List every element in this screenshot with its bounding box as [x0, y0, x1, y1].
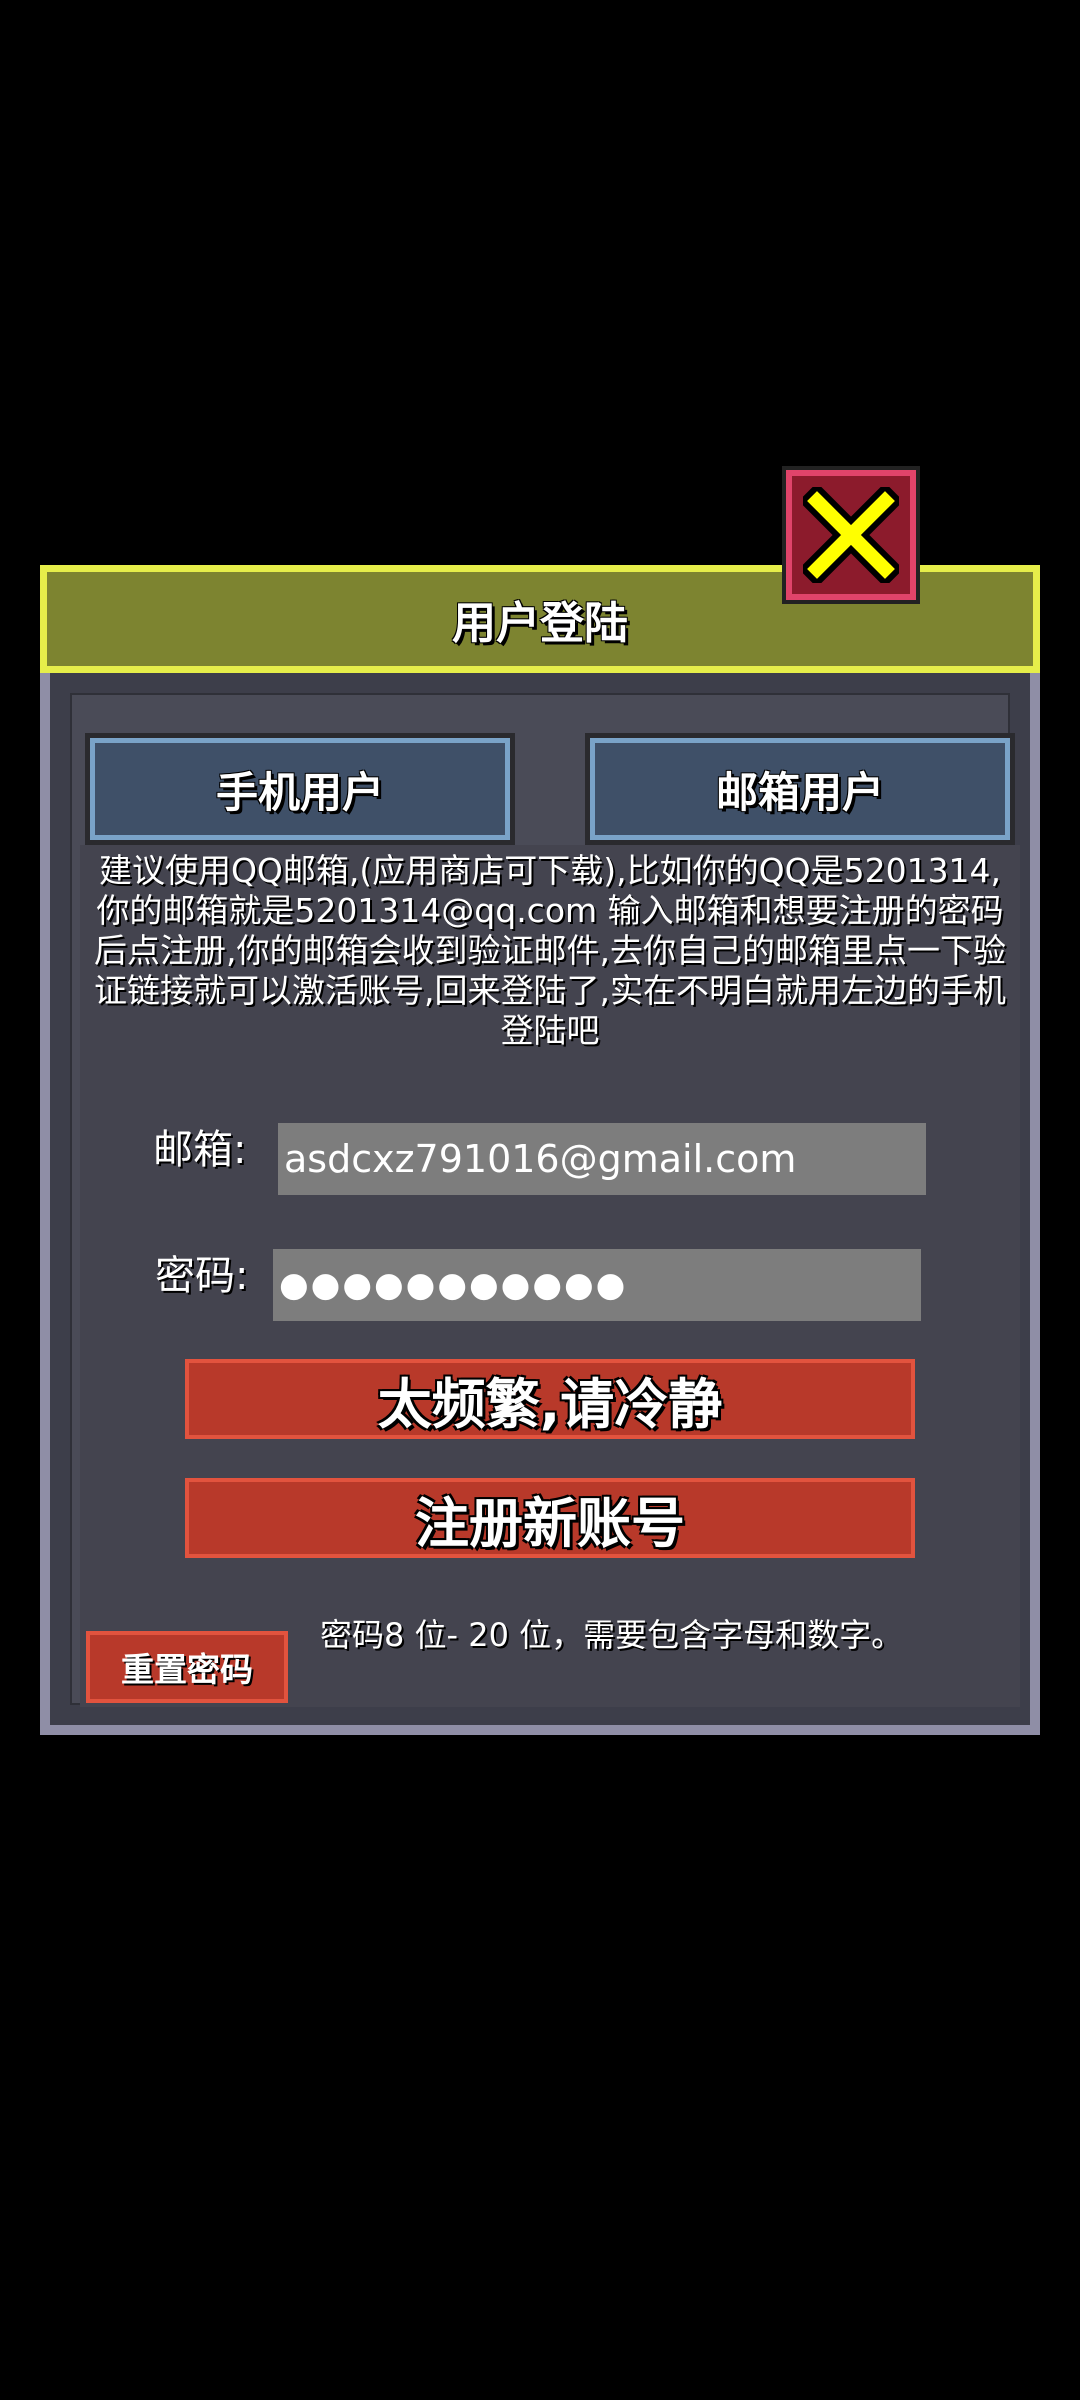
close-button-face	[786, 470, 916, 600]
register-button[interactable]: 注册新账号	[185, 1478, 915, 1558]
tab-phone-user-label: 手机用户	[90, 738, 510, 840]
tab-content: 建议使用QQ邮箱,(应用商店可下载),比如你的QQ是5201314,你的邮箱就是…	[80, 845, 1020, 1707]
close-button[interactable]	[782, 466, 920, 604]
password-label: 密码:	[155, 1253, 249, 1299]
login-button[interactable]: 太频繁,请冷静	[185, 1359, 915, 1439]
tab-email-user-label: 邮箱用户	[590, 738, 1010, 840]
reset-password-button[interactable]: 重置密码	[86, 1631, 288, 1703]
close-x-icon	[803, 487, 899, 583]
dialog-title: 用户登陆	[452, 598, 628, 649]
password-requirement-note: 密码8 位- 20 位，需要包含字母和数字。	[320, 1616, 904, 1654]
password-field[interactable]: ●●●●●●●●●●●	[273, 1249, 921, 1321]
tab-email-user[interactable]: 邮箱用户	[585, 733, 1015, 845]
tab-phone-user[interactable]: 手机用户	[85, 733, 515, 845]
email-field[interactable]: asdcxz791016@gmail.com	[278, 1123, 926, 1195]
email-label: 邮箱:	[153, 1127, 247, 1173]
instructions-text: 建议使用QQ邮箱,(应用商店可下载),比如你的QQ是5201314,你的邮箱就是…	[94, 851, 1006, 1050]
dialog-body: 手机用户 邮箱用户 建议使用QQ邮箱,(应用商店可下载),比如你的QQ是5201…	[40, 673, 1040, 1735]
screen: 用户登陆 手机用户 邮箱用户 建议使用QQ邮箱,(应用商店可下载),比如你的QQ…	[0, 0, 1080, 2400]
login-dialog: 用户登陆 手机用户 邮箱用户 建议使用QQ邮箱,(应用商店可下载),比如你的QQ…	[40, 466, 1040, 1735]
